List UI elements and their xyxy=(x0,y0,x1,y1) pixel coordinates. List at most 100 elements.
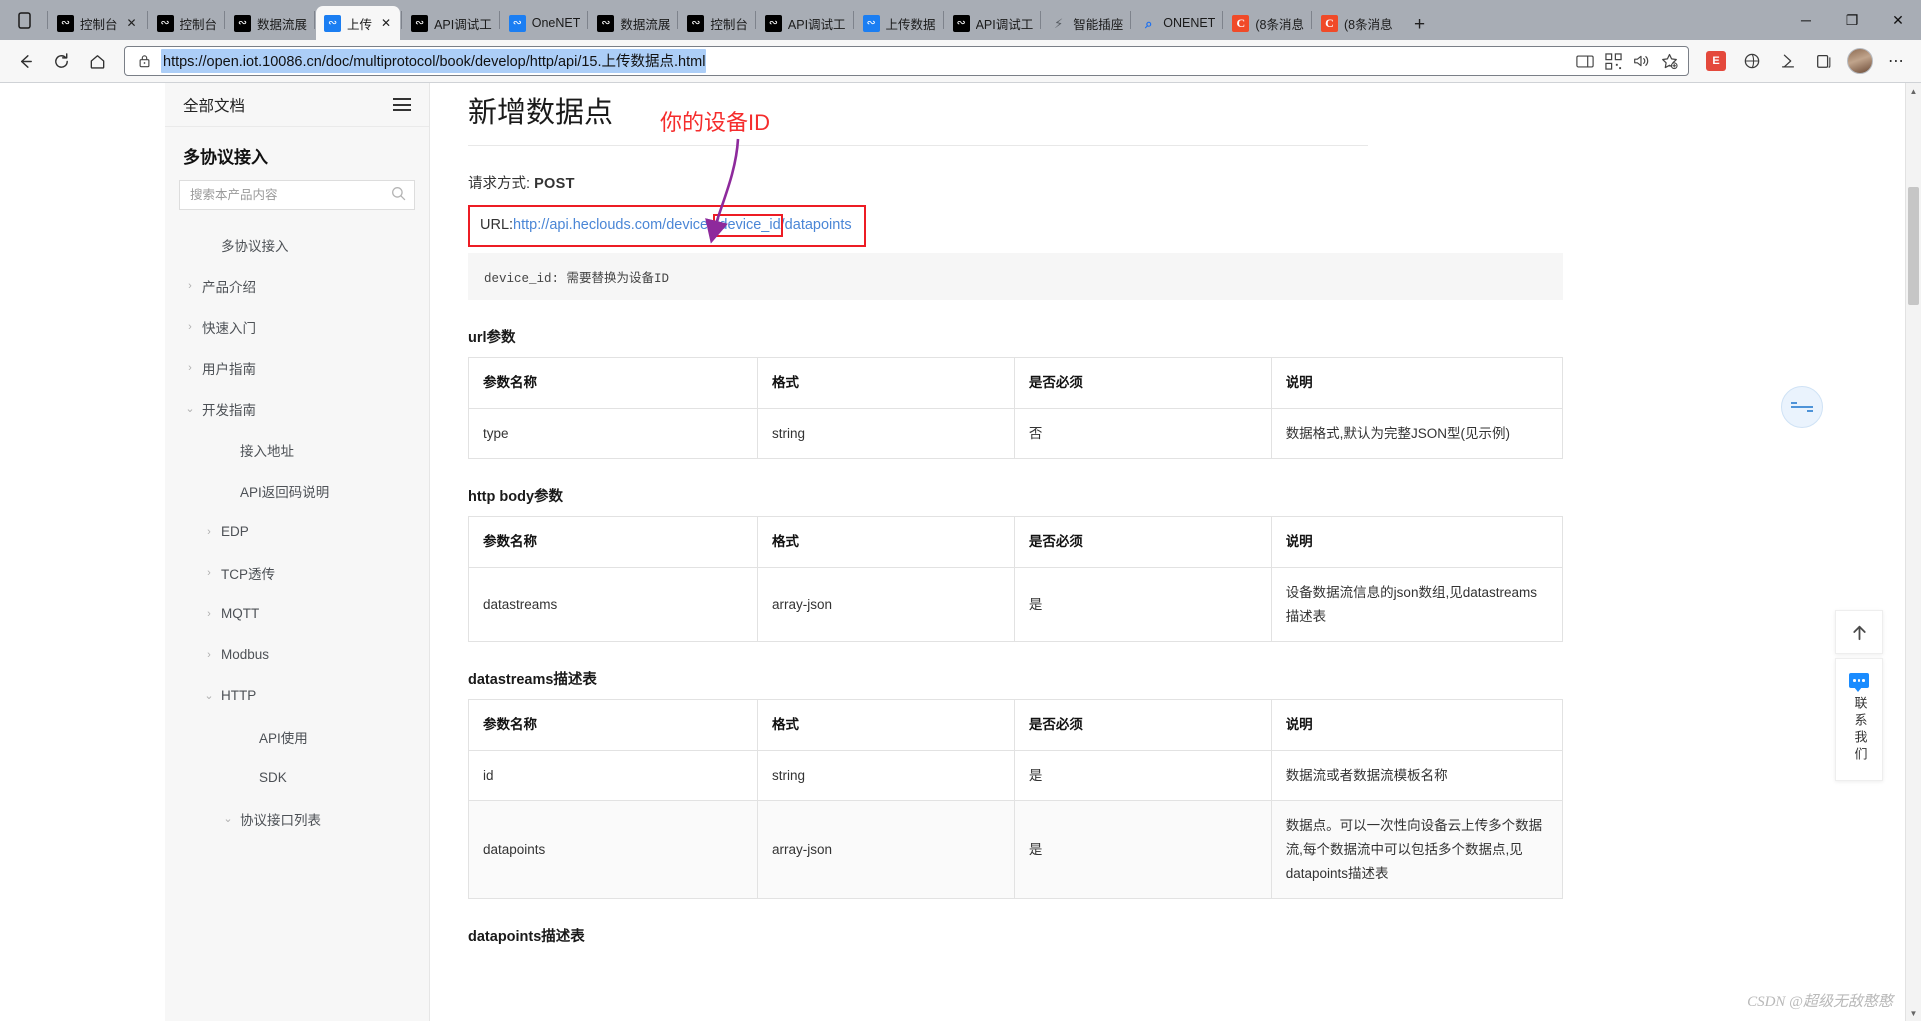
reload-button[interactable] xyxy=(44,45,78,77)
browser-tab[interactable]: ∾ OneNET xyxy=(501,6,587,40)
url-suffix[interactable]: /datapoints xyxy=(781,217,852,233)
scroll-up-arrow[interactable]: ▲ xyxy=(1906,83,1921,99)
sidebar-item-13[interactable]: SDK xyxy=(165,757,429,798)
url-text[interactable]: https://open.iot.10086.cn/doc/multiproto… xyxy=(161,49,707,73)
star-icon[interactable] xyxy=(1656,49,1682,73)
sidebar-item-2[interactable]: › 快速入门 xyxy=(165,306,429,347)
collections-button[interactable] xyxy=(1735,45,1769,77)
browser-tab[interactable]: ∾ API调试工 xyxy=(945,6,1040,40)
params-table: 参数名称 格式 是否必须 说明 datastreams array-json 是设备数据流信… xyxy=(468,516,1564,643)
profile-button[interactable] xyxy=(1843,45,1877,77)
tab-title: 上传数据 xyxy=(885,17,936,32)
page-viewport: 全部文档 多协议接入 多协议接入 › 产品介绍 › 快速入门 › 用户指南 ⌄ 开发指南 接入地… xyxy=(0,83,1921,1021)
browser-tab[interactable]: ∾ 上传数据 xyxy=(855,6,942,40)
table-cell: type xyxy=(468,407,758,460)
chevron-right-icon[interactable]: › xyxy=(201,526,217,538)
floating-side-widgets: 联系我们 xyxy=(1835,610,1883,781)
table-column-header: 参数名称 xyxy=(468,357,758,409)
sidebar-item-6[interactable]: API返回码说明 xyxy=(165,470,429,511)
chevron-right-icon[interactable]: › xyxy=(201,567,217,579)
plug-icon: ⚡ xyxy=(1054,15,1064,31)
qr-code-icon[interactable] xyxy=(1600,49,1626,73)
onenet-icon: ∾ xyxy=(597,14,615,32)
sidebar-item-10[interactable]: › Modbus xyxy=(165,634,429,675)
sidebar-item-label: 产品介绍 xyxy=(202,279,256,295)
browser-tab[interactable]: ∾ 上传 ✕ xyxy=(316,6,401,40)
hamburger-icon[interactable] xyxy=(393,98,411,111)
address-bar[interactable]: https://open.iot.10086.cn/doc/multiproto… xyxy=(124,46,1689,76)
browser-tab[interactable]: ⌕ ONENET xyxy=(1132,6,1221,40)
sidebar-item-3[interactable]: › 用户指南 xyxy=(165,347,429,388)
sidebar-item-11[interactable]: ⌄ HTTP xyxy=(165,675,429,716)
tab-title: 上传 xyxy=(347,17,373,32)
params-table: 参数名称 格式 是否必须 说明 type string 否数据格式,默认为完整JSON型(见… xyxy=(468,357,1564,460)
sidebar-item-9[interactable]: › MQTT xyxy=(165,593,429,634)
new-tab-button[interactable]: + xyxy=(1405,10,1435,40)
sidebar-item-7[interactable]: › EDP xyxy=(165,511,429,552)
back-to-top-button[interactable] xyxy=(1835,610,1883,654)
chevron-right-icon[interactable]: › xyxy=(182,321,198,333)
browser-settings-button[interactable]: ⋯ xyxy=(1879,45,1913,77)
sidebar-item-14[interactable]: ⌄ 协议接口列表 xyxy=(165,798,429,839)
scrollbar-thumb[interactable] xyxy=(1908,187,1919,305)
browser-tab[interactable]: ∾ 数据流展 xyxy=(226,6,313,40)
browser-tab[interactable]: ∾ API调试工 xyxy=(757,6,852,40)
tab-separator xyxy=(852,11,854,29)
browser-tab[interactable]: ∾ API调试工 xyxy=(403,6,498,40)
sidebar-item-8[interactable]: › TCP透传 xyxy=(165,552,429,593)
extension-button[interactable]: E xyxy=(1699,45,1733,77)
tab-strip: ∾ 控制台 ✕ ∾ 控制台 ∾ 数据流展 ∾ 上传 ✕ ∾ API调试工 ∾ OneNET ∾ 数据流展 ∾ 控制… xyxy=(0,0,1921,40)
code-note-block: device_id: 需要替换为设备ID xyxy=(468,253,1563,300)
table-column-header: 说明 xyxy=(1270,699,1564,751)
browser-tab[interactable]: ∾ 控制台 xyxy=(149,6,224,40)
browser-tab[interactable]: C (8条消息 xyxy=(1313,6,1399,40)
sidebar-item-12[interactable]: API使用 xyxy=(165,716,429,757)
all-docs-label[interactable]: 全部文档 xyxy=(183,94,245,116)
chevron-right-icon[interactable]: › xyxy=(201,608,217,620)
tab-close-icon[interactable]: ✕ xyxy=(378,15,394,31)
browser-tab[interactable]: ∾ 控制台 ✕ xyxy=(49,6,146,40)
chevron-right-icon[interactable]: › xyxy=(182,280,198,292)
url-annotation-group: URL:http://api.heclouds.com/devices/devi… xyxy=(468,205,866,247)
tab-title: 数据流展 xyxy=(257,17,308,32)
minimize-button[interactable]: ─ xyxy=(1783,0,1829,40)
doc-sections: url参数 参数名称 格式 是否必须 说明 type string 否数据格式,默认为完整JS… xyxy=(468,326,1564,946)
browser-tab[interactable]: ∾ 数据流展 xyxy=(589,6,676,40)
split-screen-icon[interactable] xyxy=(1572,49,1598,73)
omnibox-actions xyxy=(1572,49,1682,73)
sidebar-item-0[interactable]: 多协议接入 xyxy=(165,224,429,265)
chevron-down-icon[interactable]: ⌄ xyxy=(201,689,217,702)
browser-collections-icon[interactable] xyxy=(1807,45,1841,77)
contact-us-button[interactable]: 联系我们 xyxy=(1835,658,1883,781)
table-column-header: 参数名称 xyxy=(468,699,758,751)
sidebar-collapse-toggle[interactable] xyxy=(1781,386,1823,428)
search-input[interactable] xyxy=(188,187,385,203)
close-window-button[interactable]: ✕ xyxy=(1875,0,1921,40)
chevron-right-icon[interactable]: › xyxy=(201,649,217,661)
onenet-blue-icon: ∾ xyxy=(862,14,880,32)
page-scrollbar[interactable]: ▲ ▼ xyxy=(1905,83,1921,1021)
read-aloud-icon[interactable] xyxy=(1628,49,1654,73)
sidebar-item-5[interactable]: 接入地址 xyxy=(165,429,429,470)
table-column-header: 说明 xyxy=(1270,516,1564,568)
browser-tab[interactable]: ⚡ 智能插座 xyxy=(1042,6,1129,40)
sidebar-item-1[interactable]: › 产品介绍 xyxy=(165,265,429,306)
chevron-right-icon[interactable]: › xyxy=(182,362,198,374)
home-button[interactable] xyxy=(80,45,114,77)
browser-tab[interactable]: ∾ 控制台 xyxy=(679,6,754,40)
csdn-icon: C xyxy=(1232,14,1250,32)
back-button[interactable] xyxy=(8,45,42,77)
tab-search-button[interactable] xyxy=(4,0,46,40)
browser-tab[interactable]: C (8条消息 xyxy=(1224,6,1310,40)
favorites-bar-button[interactable] xyxy=(1771,45,1805,77)
tab-close-icon[interactable]: ✕ xyxy=(124,15,140,31)
tab-title: (8条消息 xyxy=(1255,17,1304,32)
scroll-down-arrow[interactable]: ▼ xyxy=(1906,1005,1921,1021)
maximize-button[interactable]: ❐ xyxy=(1829,0,1875,40)
table-cell: 是 xyxy=(1013,566,1272,643)
chevron-down-icon[interactable]: ⌄ xyxy=(182,402,198,415)
sidebar-item-4[interactable]: ⌄ 开发指南 xyxy=(165,388,429,429)
search-icon[interactable] xyxy=(391,186,406,204)
sidebar-search[interactable] xyxy=(179,180,415,210)
chevron-down-icon[interactable]: ⌄ xyxy=(220,812,236,825)
